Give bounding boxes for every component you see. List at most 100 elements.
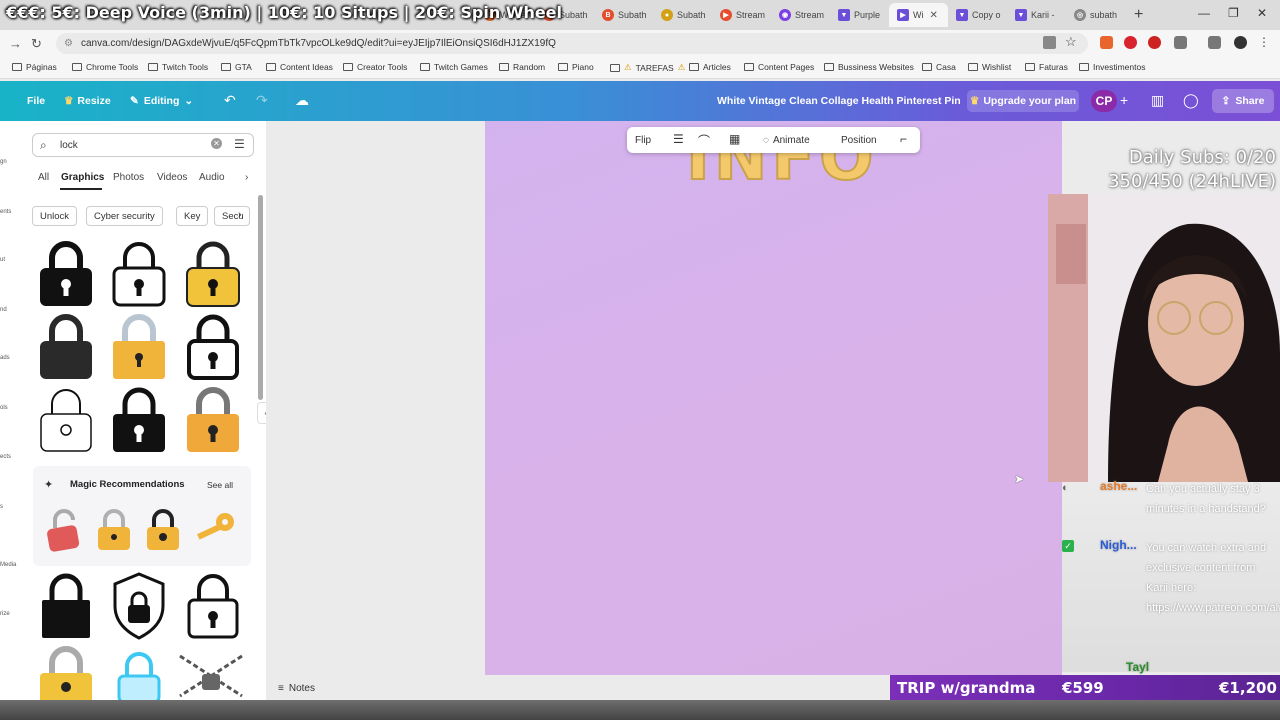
bookmark-item[interactable]: Faturas <box>1025 62 1068 72</box>
paint-roller-icon[interactable]: ⌐ <box>900 132 907 146</box>
rail-item-text[interactable]: ut <box>0 257 5 263</box>
document-title[interactable]: White Vintage Clean Collage Health Pinte… <box>717 95 961 107</box>
padlock-gold-icon[interactable] <box>38 645 94 700</box>
user-avatar[interactable]: CP <box>1091 90 1117 112</box>
rail-item-media[interactable]: Media <box>0 562 16 568</box>
site-info-icon[interactable]: ⚙ <box>64 38 73 49</box>
line-weight-icon[interactable]: ☰ <box>673 132 684 146</box>
chained-padlock-icon[interactable] <box>178 652 244 700</box>
design-page[interactable] <box>485 121 1062 675</box>
chevron-right-icon[interactable]: › <box>245 172 248 183</box>
editing-mode-button[interactable]: ✎ Editing ⌄ <box>130 95 193 107</box>
resize-button[interactable]: ♛ Resize <box>64 95 111 107</box>
padlock-gold-icon[interactable] <box>185 240 241 308</box>
bookmark-item[interactable]: Content Ideas <box>266 62 333 72</box>
bookmark-item[interactable]: Piano <box>558 62 594 72</box>
padlock-dark-icon[interactable] <box>38 313 94 381</box>
rail-item-uploads[interactable]: ads <box>0 355 10 361</box>
minimize-icon[interactable]: — <box>1198 6 1210 20</box>
bookmark-item[interactable]: GTA <box>221 62 252 72</box>
rail-item-brand[interactable]: nd <box>0 307 7 313</box>
flip-button[interactable]: Flip <box>635 135 651 146</box>
padlock-orange-icon[interactable] <box>185 386 241 454</box>
bookmark-item[interactable]: Random <box>499 62 545 72</box>
bookmark-item[interactable]: Content Pages <box>744 62 814 72</box>
tab-all[interactable]: All <box>38 172 49 183</box>
bookmark-item[interactable]: Articles <box>689 62 731 72</box>
profile-icon[interactable] <box>1234 36 1247 49</box>
analytics-icon[interactable]: ▥ <box>1151 92 1164 109</box>
browser-tab-active[interactable]: ▶ Wi ✕ <box>889 3 948 27</box>
translate-icon[interactable] <box>1043 36 1056 49</box>
suggestion-chip[interactable]: Key <box>176 206 209 226</box>
padlock-black-icon[interactable] <box>111 386 167 454</box>
animate-button[interactable]: ◌ Animate <box>763 135 810 146</box>
upgrade-plan-button[interactable]: ♛ Upgrade your plan <box>967 90 1079 112</box>
extension-icon[interactable] <box>1124 36 1137 49</box>
bookmark-item[interactable]: Wishlist <box>968 62 1011 72</box>
undo-icon[interactable]: ↶ <box>224 92 236 109</box>
comments-icon[interactable]: ◯ <box>1183 92 1199 109</box>
clear-search-icon[interactable]: ✕ <box>211 138 222 149</box>
bookmark-item[interactable]: Twitch Games <box>420 62 488 72</box>
browser-tab[interactable]: B Subath <box>594 3 653 27</box>
rail-item-apps[interactable]: s <box>0 504 3 510</box>
padlock-silver-gold-icon[interactable] <box>111 313 167 381</box>
rail-item-projects[interactable]: ects <box>0 454 11 460</box>
bookmark-item[interactable]: Investimentos <box>1079 62 1145 72</box>
rail-item-elements[interactable]: ents <box>0 209 11 215</box>
new-tab-icon[interactable]: + <box>1134 6 1143 24</box>
browser-tab[interactable]: ◎ subath <box>1066 3 1125 27</box>
browser-tab[interactable]: ▼ Purple <box>830 3 889 27</box>
see-all-link[interactable]: See all <box>207 480 233 490</box>
redo-icon[interactable]: ↷ <box>256 92 268 109</box>
forward-icon[interactable]: → <box>9 36 22 51</box>
bookmark-item[interactable]: Twitch Tools <box>148 62 208 72</box>
tab-photos[interactable]: Photos <box>113 172 144 183</box>
bookmark-item[interactable]: ⚠ TAREFAS ⚠ <box>610 62 685 73</box>
file-menu-button[interactable]: File <box>27 95 45 107</box>
browser-tab[interactable]: ▶ Stream <box>712 3 771 27</box>
bookmark-item[interactable]: Páginas <box>12 62 57 72</box>
elements-search-input[interactable]: ⌕ lock ✕ ☰ <box>32 133 254 157</box>
panel-scrollbar[interactable] <box>258 195 263 400</box>
bookmark-item[interactable]: Bussiness Websites <box>824 62 914 72</box>
menu-dots-icon[interactable]: ⋮ <box>1258 35 1271 49</box>
tab-close-icon[interactable]: ✕ <box>930 10 938 21</box>
bookmark-item[interactable]: Chrome Tools <box>72 62 138 72</box>
address-bar[interactable]: ⚙ canva.com/design/DAGxdeWjvuE/q5FcQpmTb… <box>56 33 1088 54</box>
tab-graphics[interactable]: Graphics <box>61 172 104 183</box>
bookmark-item[interactable]: Creator Tools <box>343 62 407 72</box>
suggestion-chip[interactable]: Secu <box>214 206 250 226</box>
maximize-icon[interactable]: ❐ <box>1228 6 1239 20</box>
tab-audio[interactable]: Audio <box>199 172 225 183</box>
rail-item-tools[interactable]: ols <box>0 405 8 411</box>
rail-item-design[interactable]: gn <box>0 159 7 165</box>
add-collaborator-icon[interactable]: + <box>1120 92 1128 108</box>
extension-icon[interactable] <box>1100 36 1113 49</box>
padlock-neon-blue-icon[interactable] <box>111 648 167 700</box>
close-window-icon[interactable]: ✕ <box>1257 6 1267 20</box>
key-gold-icon[interactable] <box>193 510 237 550</box>
browser-tab[interactable]: ▼ Copy o <box>948 3 1007 27</box>
extension-icon[interactable] <box>1148 36 1161 49</box>
share-button[interactable]: ⇪ Share <box>1212 89 1274 113</box>
padlock-black-icon[interactable] <box>38 240 94 308</box>
browser-tab[interactable]: ▼ Karii - <box>1007 3 1066 27</box>
browser-tab[interactable]: ● Subath <box>653 3 712 27</box>
rail-item-organize[interactable]: rize <box>0 611 10 617</box>
suggestion-chip[interactable]: Unlock <box>32 206 78 226</box>
filter-sliders-icon[interactable]: ☰ <box>234 137 245 151</box>
position-button[interactable]: Position <box>841 135 877 146</box>
browser-tab[interactable]: ◉ Stream <box>771 3 830 27</box>
padlock-black-gold-icon[interactable] <box>145 508 181 552</box>
bookmark-item[interactable]: Casa <box>922 62 956 72</box>
padlock-outline-icon[interactable] <box>185 313 241 381</box>
padlock-thin-outline-icon[interactable] <box>38 386 94 454</box>
transparency-icon[interactable]: ▦ <box>729 132 740 146</box>
padlock-outline-icon[interactable] <box>185 572 241 640</box>
shield-lock-icon[interactable] <box>111 572 167 640</box>
chevron-right-icon[interactable]: › <box>238 209 242 221</box>
padlock-outline-icon[interactable] <box>111 240 167 308</box>
reload-icon[interactable]: ↻ <box>31 36 42 52</box>
